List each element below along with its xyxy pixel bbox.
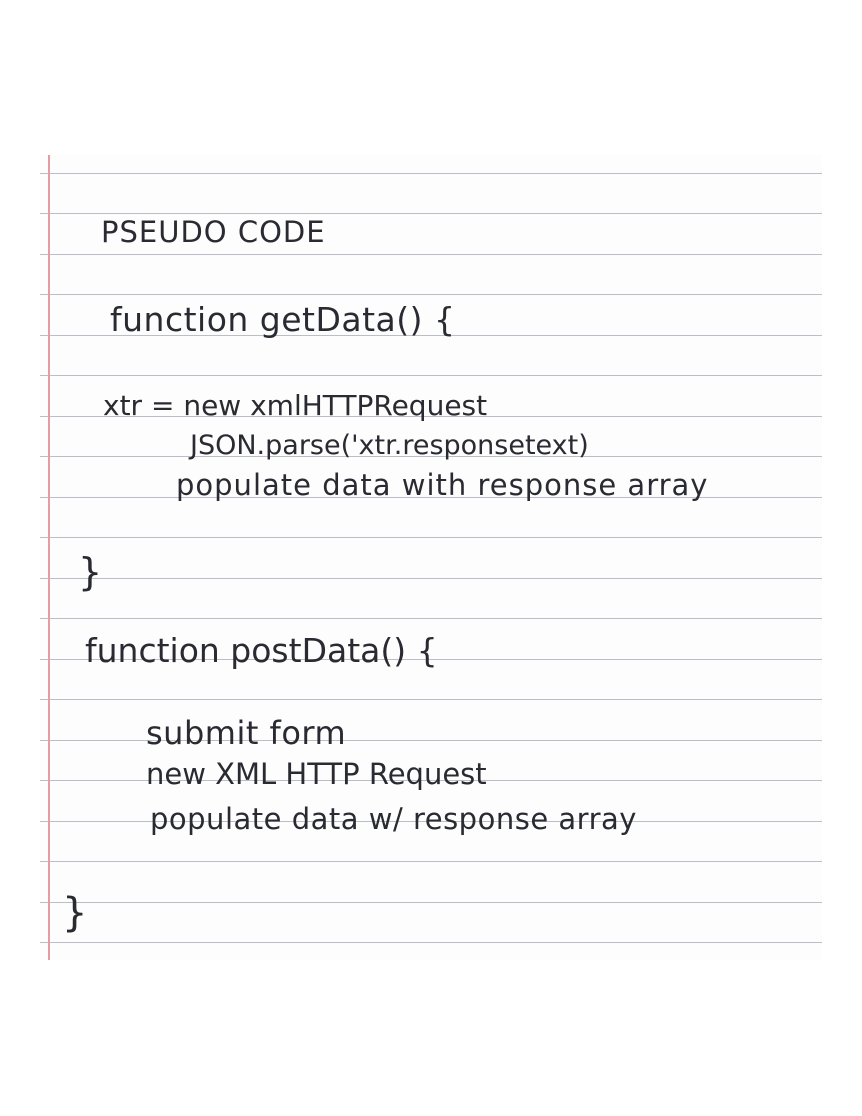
scanned-page: PSEUDO CODE function getData() { xtr = n… bbox=[0, 0, 862, 1116]
ruled-line bbox=[40, 213, 822, 214]
ruled-line bbox=[40, 537, 822, 538]
ruled-line bbox=[40, 578, 822, 579]
closing-brace: } bbox=[78, 550, 103, 594]
margin-line bbox=[48, 155, 50, 960]
ruled-line bbox=[40, 942, 822, 943]
ruled-line bbox=[40, 254, 822, 255]
code-line-json-parse: JSON.parse('xtr.responsetext) bbox=[190, 430, 589, 461]
ruled-line bbox=[40, 902, 822, 903]
closing-brace: } bbox=[62, 890, 88, 936]
ruled-line bbox=[40, 294, 822, 295]
notebook-paper bbox=[40, 155, 822, 960]
code-line-xtr-request: xtr = new xmlHTTPRequest bbox=[103, 389, 488, 422]
code-line-submit-form: submit form bbox=[146, 714, 347, 752]
ruled-line bbox=[40, 699, 822, 700]
ruled-line bbox=[40, 618, 822, 619]
function-signature-postdata: function postData() { bbox=[85, 631, 438, 670]
code-line-populate-data: populate data with response array bbox=[176, 468, 709, 502]
code-line-new-request: new XML HTTP Request bbox=[146, 757, 487, 791]
code-line-populate-data: populate data w/ response array bbox=[150, 802, 637, 836]
ruled-line bbox=[40, 375, 822, 376]
page-title: PSEUDO CODE bbox=[101, 215, 326, 249]
function-signature-getdata: function getData() { bbox=[110, 300, 456, 339]
ruled-line bbox=[40, 173, 822, 174]
ruled-line bbox=[40, 861, 822, 862]
